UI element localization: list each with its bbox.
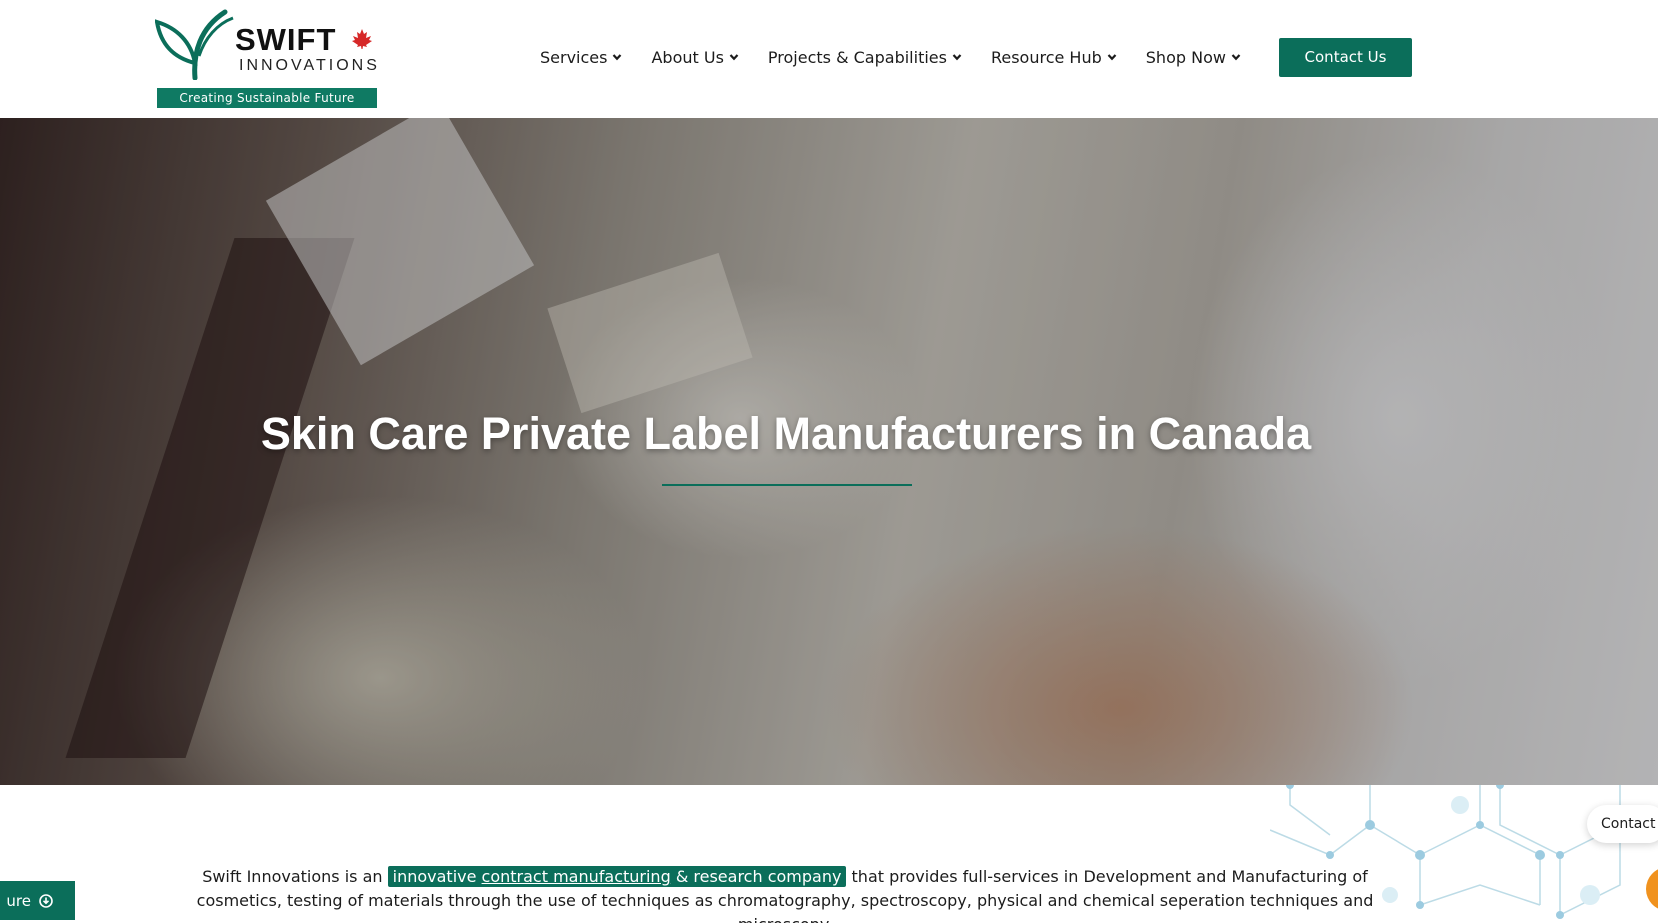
- nav-item-about-us[interactable]: About Us: [651, 47, 739, 67]
- download-brochure-button[interactable]: ure: [0, 881, 75, 920]
- main-nav: Services About Us Projects & Capabilitie…: [540, 42, 1270, 72]
- chevron-down-icon: [1231, 54, 1241, 61]
- intro-text-before: Swift Innovations is an: [202, 867, 383, 886]
- brand-name: SWIFT: [235, 22, 337, 57]
- nav-item-projects-capabilities[interactable]: Projects & Capabilities: [768, 48, 962, 67]
- nav-item-label: Shop Now: [1145, 47, 1226, 67]
- floating-contact-button[interactable]: Contact: [1587, 805, 1658, 843]
- nav-item-label: Resource Hub: [990, 47, 1102, 67]
- intro-highlight: innovative contract manufacturing & rese…: [387, 866, 847, 887]
- intro-highlight-pre: innovative: [392, 867, 477, 886]
- nav-item-label: Services: [540, 47, 608, 67]
- nav-item-label: About Us: [651, 47, 724, 67]
- nav-item-shop-now[interactable]: Shop Now: [1146, 48, 1241, 67]
- brand-subname: INNOVATIONS: [239, 57, 380, 74]
- brand-tagline: Creating Sustainable Future: [157, 88, 377, 108]
- brand-logo[interactable]: SWIFT INNOVATIONS Creating Sustainable F…: [155, 8, 380, 108]
- leaf-icon: [155, 9, 234, 80]
- chevron-down-icon: [613, 54, 622, 61]
- contact-us-button[interactable]: Contact Us: [1279, 38, 1412, 77]
- nav-item-label: Projects & Capabilities: [767, 47, 947, 67]
- contract-manufacturing-link[interactable]: contract manufacturing: [482, 867, 671, 886]
- download-circle-icon: [39, 893, 53, 908]
- chevron-down-icon: [952, 54, 962, 61]
- hero-title: Skin Care Private Label Manufacturers in…: [260, 408, 1312, 459]
- intro-paragraph: Swift Innovations is an innovative contr…: [170, 865, 1400, 923]
- nav-item-resource-hub[interactable]: Resource Hub: [991, 48, 1117, 67]
- hero-title-underline: [662, 484, 912, 486]
- chevron-down-icon: [1107, 54, 1117, 61]
- nav-item-services[interactable]: Services: [540, 48, 622, 67]
- site-header: SWIFT INNOVATIONS Creating Sustainable F…: [0, 0, 1658, 118]
- brochure-button-label: ure: [6, 891, 31, 910]
- hero-banner: Skin Care Private Label Manufacturers in…: [0, 118, 1658, 785]
- chevron-down-icon: [729, 54, 739, 61]
- intro-highlight-post: & research company: [675, 867, 842, 886]
- maple-leaf-icon: [352, 29, 372, 49]
